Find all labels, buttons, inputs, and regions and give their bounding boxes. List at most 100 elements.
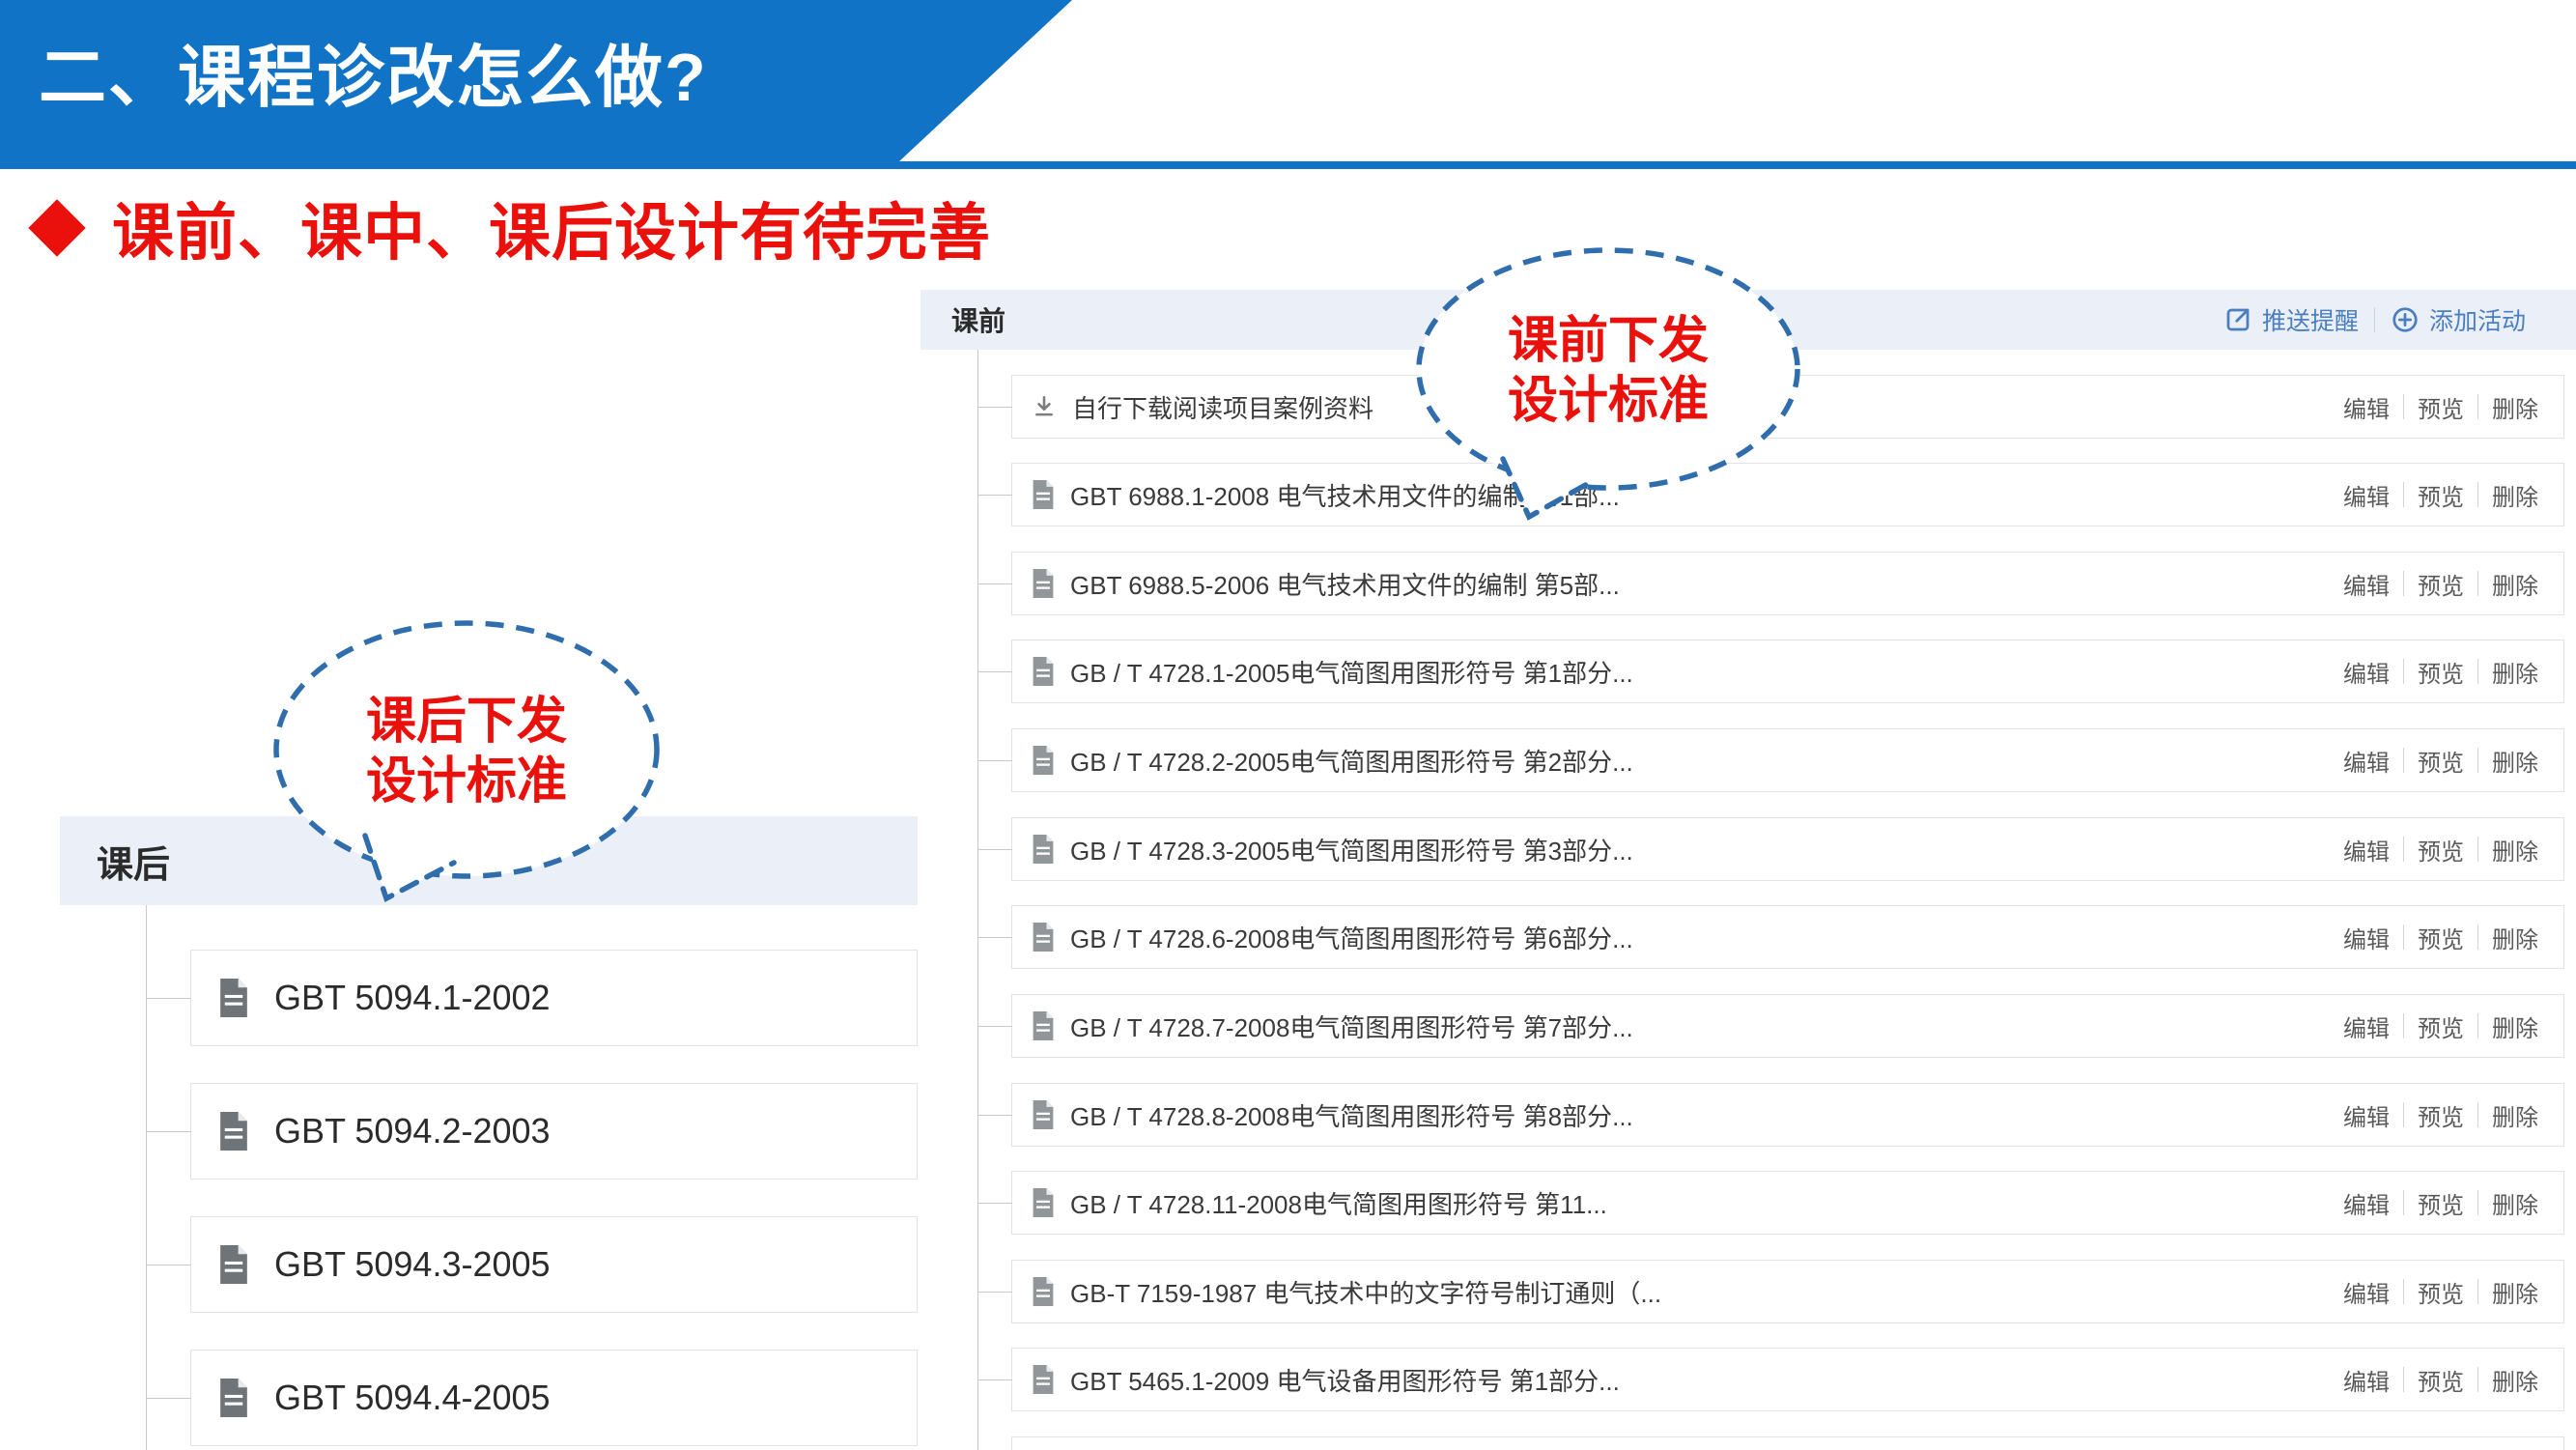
banner-underline — [0, 161, 2576, 169]
action-divider — [2403, 924, 2404, 950]
preview-link[interactable]: 预览 — [2418, 655, 2464, 689]
post-callout-line2: 设计标准 — [366, 753, 567, 810]
file-row: GB-T 7159-1987 电气技术中的文字符号制订通则（... 编辑 预览 … — [1011, 1260, 2564, 1323]
edit-link[interactable]: 编辑 — [2343, 1009, 2390, 1043]
slide-title: 二、课程诊改怎么做? — [39, 0, 708, 162]
preview-link[interactable]: 预览 — [2418, 833, 2464, 867]
preview-link[interactable]: 预览 — [2418, 1009, 2464, 1043]
action-divider — [2403, 1190, 2404, 1215]
section-heading-text: 课前、课中、课后设计有待完善 — [112, 184, 991, 272]
file-row: GB / T 4728.8-2008电气简图用图形符号 第8部分... 编辑 预… — [1011, 1083, 2564, 1147]
edit-link[interactable]: 编辑 — [2343, 478, 2390, 512]
file-name: GBT 5094.4-2005 — [274, 1378, 551, 1418]
action-divider — [2477, 571, 2478, 596]
action-divider — [2403, 659, 2404, 684]
file-row: GBT 5465.1-2009 电气设备用图形符号 第1部分... 编辑 预览 … — [1011, 1348, 2564, 1411]
share-icon — [2223, 305, 2252, 334]
document-icon — [1032, 1100, 1055, 1129]
file-name: GB / T 4728.6-2008电气简图用图形符号 第6部分... — [1070, 920, 1633, 955]
action-divider — [2477, 1279, 2478, 1304]
action-divider — [2477, 482, 2478, 507]
delete-link[interactable]: 删除 — [2492, 1098, 2538, 1132]
delete-link[interactable]: 删除 — [2492, 833, 2538, 867]
action-divider — [2477, 837, 2478, 862]
action-divider — [2403, 394, 2404, 419]
document-icon — [218, 1379, 249, 1417]
file-row: GB / T 4728.2-2005电气简图用图形符号 第2部分... 编辑 预… — [1011, 728, 2564, 792]
file-name: GB / T 4728.3-2005电气简图用图形符号 第3部分... — [1070, 832, 1633, 867]
action-divider — [2403, 1102, 2404, 1127]
pre-class-panel-title: 课前 — [951, 300, 1005, 339]
preview-link[interactable]: 预览 — [2418, 744, 2464, 778]
action-divider — [2403, 1279, 2404, 1304]
file-name: GB / T 4728.7-2008电气简图用图形符号 第7部分... — [1070, 1009, 1633, 1044]
document-icon — [1032, 1365, 1055, 1394]
document-icon — [1032, 1011, 1055, 1040]
file-row: GBT 5094.2-2003 — [190, 1083, 918, 1180]
preview-link[interactable]: 预览 — [2418, 390, 2464, 424]
toolbar-divider — [2374, 307, 2375, 332]
edit-link[interactable]: 编辑 — [2343, 1098, 2390, 1132]
action-divider — [2477, 1367, 2478, 1392]
action-divider — [2403, 1367, 2404, 1392]
document-icon — [1032, 657, 1055, 686]
add-activity-button[interactable]: 添加活动 — [2391, 302, 2526, 337]
delete-link[interactable]: 删除 — [2492, 478, 2538, 512]
download-icon — [1032, 394, 1057, 419]
file-name: GBT 6988.1-2008 电气技术用文件的编制 第1部... — [1070, 477, 1620, 513]
pre-class-panel-header: 课前 推送提醒 添加活动 — [920, 290, 2576, 350]
file-name: GBT 5094.3-2005 — [274, 1244, 551, 1285]
file-row: 自行下载阅读项目案例资料 编辑 预览 删除 — [1011, 375, 2564, 439]
document-icon — [218, 979, 249, 1017]
file-row: GBT 5094.3-2005 — [190, 1216, 918, 1313]
action-divider — [2477, 659, 2478, 684]
delete-link[interactable]: 删除 — [2492, 655, 2538, 689]
file-row: GBT 5094.4-2005 — [190, 1350, 918, 1446]
file-row-partial — [1011, 1436, 2564, 1450]
preview-link[interactable]: 预览 — [2418, 1098, 2464, 1132]
delete-link[interactable]: 删除 — [2492, 1363, 2538, 1397]
post-class-tree-line — [146, 905, 147, 1450]
edit-link[interactable]: 编辑 — [2343, 567, 2390, 601]
preview-link[interactable]: 预览 — [2418, 478, 2464, 512]
delete-link[interactable]: 删除 — [2492, 390, 2538, 424]
preview-link[interactable]: 预览 — [2418, 1363, 2464, 1397]
preview-link[interactable]: 预览 — [2418, 921, 2464, 954]
delete-link[interactable]: 删除 — [2492, 921, 2538, 954]
action-divider — [2403, 571, 2404, 596]
delete-link[interactable]: 删除 — [2492, 1186, 2538, 1220]
section-heading: 课前、课中、课后设计有待完善 — [29, 189, 991, 267]
action-divider — [2477, 394, 2478, 419]
edit-link[interactable]: 编辑 — [2343, 833, 2390, 867]
file-name: GBT 5094.2-2003 — [274, 1111, 551, 1151]
action-divider — [2477, 924, 2478, 950]
delete-link[interactable]: 删除 — [2492, 567, 2538, 601]
push-reminder-button[interactable]: 推送提醒 — [2223, 302, 2359, 337]
preview-link[interactable]: 预览 — [2418, 1275, 2464, 1309]
edit-link[interactable]: 编辑 — [2343, 744, 2390, 778]
delete-link[interactable]: 删除 — [2492, 1275, 2538, 1309]
document-icon — [1032, 746, 1055, 775]
edit-link[interactable]: 编辑 — [2343, 921, 2390, 954]
edit-link[interactable]: 编辑 — [2343, 655, 2390, 689]
action-divider — [2477, 1102, 2478, 1127]
pre-class-toolbar: 推送提醒 添加活动 — [2223, 290, 2526, 350]
action-divider — [2477, 1013, 2478, 1038]
file-row: GB / T 4728.11-2008电气简图用图形符号 第11... 编辑 预… — [1011, 1171, 2564, 1235]
file-row: GB / T 4728.7-2008电气简图用图形符号 第7部分... 编辑 预… — [1011, 994, 2564, 1058]
delete-link[interactable]: 删除 — [2492, 1009, 2538, 1043]
action-divider — [2403, 748, 2404, 773]
preview-link[interactable]: 预览 — [2418, 1186, 2464, 1220]
document-icon — [218, 1112, 249, 1151]
post-callout-line1: 课后下发 — [366, 694, 567, 750]
edit-link[interactable]: 编辑 — [2343, 390, 2390, 424]
add-activity-label: 添加活动 — [2429, 302, 2526, 337]
edit-link[interactable]: 编辑 — [2343, 1275, 2390, 1309]
delete-link[interactable]: 删除 — [2492, 744, 2538, 778]
preview-link[interactable]: 预览 — [2418, 567, 2464, 601]
edit-link[interactable]: 编辑 — [2343, 1186, 2390, 1220]
edit-link[interactable]: 编辑 — [2343, 1363, 2390, 1397]
file-name: GB / T 4728.11-2008电气简图用图形符号 第11... — [1070, 1185, 1607, 1221]
file-row: GB / T 4728.1-2005电气简图用图形符号 第1部分... 编辑 预… — [1011, 640, 2564, 703]
file-name: GB / T 4728.2-2005电气简图用图形符号 第2部分... — [1070, 743, 1633, 779]
